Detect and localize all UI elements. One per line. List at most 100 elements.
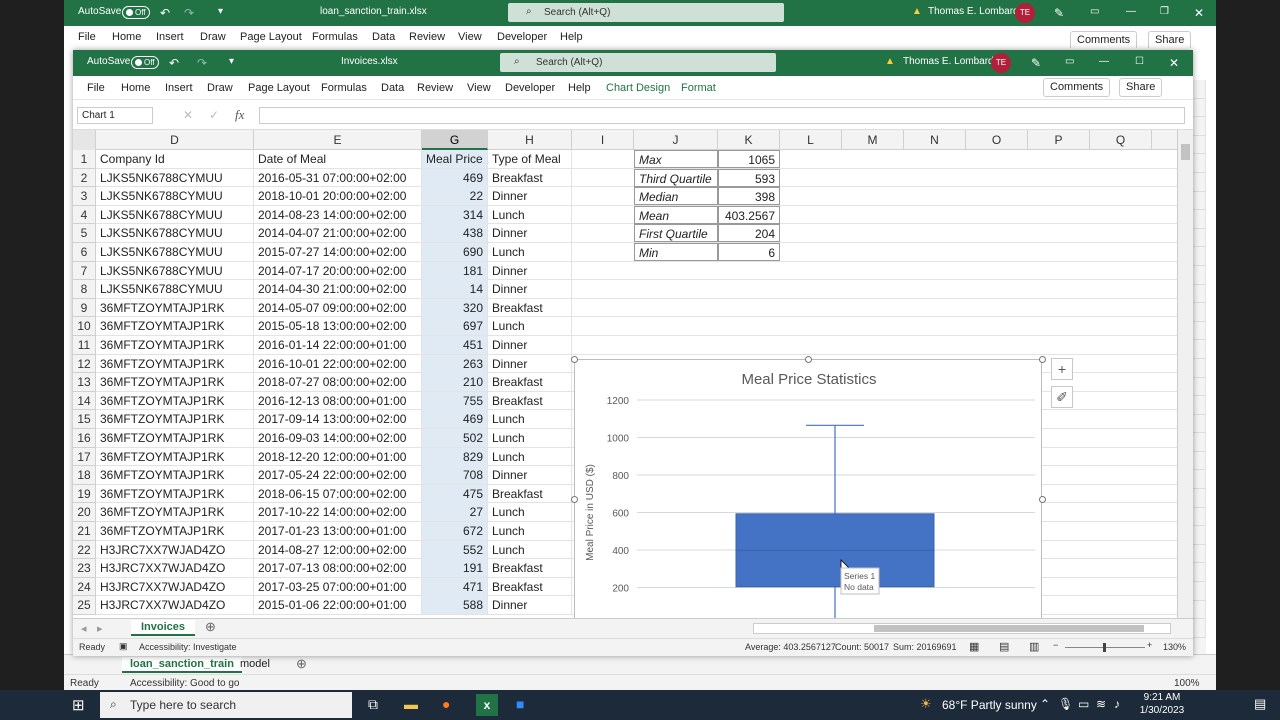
cell-d[interactable]: 36MFTZOYMTAJP1RK	[96, 484, 254, 503]
close-icon[interactable]: ✕	[1194, 6, 1204, 20]
cell-d[interactable]: LJKS5NK6788CYMUU	[96, 243, 254, 261]
cell-h[interactable]: Dinner	[488, 466, 572, 485]
cell-e[interactable]: 2016-10-01 22:00:00+02:00	[254, 354, 422, 373]
row-header[interactable]: 12	[73, 354, 96, 374]
ribbon-display-icon[interactable]: ▭	[1065, 56, 1074, 67]
row-header[interactable]: 16	[73, 429, 96, 448]
menu-home[interactable]: Home	[121, 82, 150, 94]
chart-container[interactable]: Meal Price Statistics0200400600800100012…	[571, 356, 1046, 618]
cell-d[interactable]: LJKS5NK6788CYMUU	[96, 187, 254, 206]
select-all-corner[interactable]	[73, 130, 96, 150]
cell-d[interactable]: H3JRC7XX7WJAD4ZO	[96, 596, 254, 615]
clock-time[interactable]: 9:21 AM	[1134, 692, 1190, 703]
chart-elements-plus-icon[interactable]: +	[1051, 358, 1073, 380]
box-plot-chart[interactable]: Meal Price Statistics0200400600800100012…	[575, 360, 1043, 618]
close-icon[interactable]: ✕	[1169, 56, 1179, 70]
add-sheet-icon[interactable]: ⊕	[205, 619, 216, 635]
back-menu-review[interactable]: Review	[409, 31, 445, 43]
cell-d[interactable]: 36MFTZOYMTAJP1RK	[96, 336, 254, 354]
cell-e[interactable]: 2017-05-24 22:00:00+02:00	[254, 466, 422, 485]
cell-d[interactable]: 36MFTZOYMTAJP1RK	[96, 447, 254, 466]
chart-styles-brush-icon[interactable]: ✐	[1051, 386, 1073, 408]
cell-e[interactable]: 2014-04-30 21:00:00+02:00	[254, 280, 422, 299]
column-header-q[interactable]: Q	[1090, 130, 1152, 150]
back-accessibility-status[interactable]: Accessibility: Good to go	[130, 678, 240, 689]
zoom-in-icon[interactable]: +	[1147, 640, 1152, 650]
menu-formulas[interactable]: Formulas	[321, 82, 367, 94]
cell-d[interactable]: 36MFTZOYMTAJP1RK	[96, 354, 254, 373]
back-file-name[interactable]: loan_sanction_train.xlsx	[320, 6, 427, 17]
menu-data[interactable]: Data	[381, 82, 404, 94]
file-explorer-icon[interactable]: ▬	[404, 696, 418, 712]
back-menu-home[interactable]: Home	[112, 31, 141, 43]
column-header-g[interactable]: G	[422, 130, 488, 150]
stat-value[interactable]: 403.2567	[718, 205, 780, 224]
redo-icon[interactable]: ↷	[197, 56, 207, 70]
cell-e[interactable]: 2017-10-22 14:00:00+02:00	[254, 503, 422, 522]
cell-h[interactable]: Lunch	[488, 503, 572, 522]
ribbon-display-icon[interactable]: ▭	[1090, 6, 1099, 17]
row-header[interactable]: 18	[73, 466, 96, 485]
pen-icon[interactable]: ✎	[1031, 56, 1041, 70]
cell-g[interactable]: 320	[422, 298, 488, 317]
confirm-entry-icon[interactable]: ✓	[209, 108, 219, 122]
cell-d[interactable]: LJKS5NK6788CYMUU	[96, 280, 254, 299]
row-header[interactable]: 20	[73, 503, 96, 522]
battery-icon[interactable]: ▭	[1078, 697, 1089, 711]
menu-review[interactable]: Review	[417, 82, 453, 94]
cell-g[interactable]: 469	[422, 168, 488, 187]
cell-h[interactable]: Dinner	[488, 596, 572, 615]
cell-d[interactable]: LJKS5NK6788CYMUU	[96, 224, 254, 243]
cell-g[interactable]: 14	[422, 280, 488, 299]
autosave-toggle[interactable]: Off	[122, 6, 150, 19]
back-user-name[interactable]: Thomas E. Lombardi	[928, 6, 1021, 17]
sheet-tab-model[interactable]: model	[240, 658, 270, 670]
task-view-icon[interactable]: ⧉	[368, 696, 378, 713]
microphone-icon[interactable]: 🎙	[1058, 697, 1073, 711]
restore-icon[interactable]: ❐	[1160, 6, 1169, 17]
cell-e[interactable]: 2015-05-18 13:00:00+02:00	[254, 317, 422, 336]
menu-draw[interactable]: Draw	[207, 82, 233, 94]
cell-g[interactable]: 471	[422, 577, 488, 596]
row-header[interactable]: 19	[73, 484, 96, 504]
cell-e[interactable]: 2014-08-27 12:00:00+02:00	[254, 540, 422, 559]
back-menu-data[interactable]: Data	[372, 31, 395, 43]
menu-view[interactable]: View	[467, 82, 491, 94]
cell-d[interactable]: LJKS5NK6788CYMUU	[96, 168, 254, 187]
cell-d[interactable]: LJKS5NK6788CYMUU	[96, 261, 254, 280]
cell-d[interactable]: 36MFTZOYMTAJP1RK	[96, 373, 254, 392]
front-avatar[interactable]: TE	[991, 53, 1011, 73]
cell-d[interactable]: H3JRC7XX7WJAD4ZO	[96, 559, 254, 578]
stat-value[interactable]: 204	[718, 224, 780, 243]
back-menu-file[interactable]: File	[78, 31, 96, 43]
undo-icon[interactable]: ↶	[160, 6, 170, 20]
notifications-icon[interactable]: ▤	[1254, 696, 1266, 712]
cell-h[interactable]: Breakfast	[488, 391, 572, 410]
cell-g[interactable]: 469	[422, 410, 488, 429]
cell-g[interactable]: 263	[422, 354, 488, 373]
cell-g[interactable]: 210	[422, 373, 488, 392]
row-header[interactable]: 15	[73, 410, 96, 429]
page-layout-view-icon[interactable]: ▤	[999, 640, 1009, 653]
menu-help[interactable]: Help	[568, 82, 591, 94]
warning-icon[interactable]: ▲	[912, 6, 922, 17]
quick-access-chevron-icon[interactable]: ▾	[229, 56, 234, 67]
row-header[interactable]: 10	[73, 317, 96, 336]
cell-d[interactable]: 36MFTZOYMTAJP1RK	[96, 410, 254, 429]
pen-icon[interactable]: ✎	[1054, 6, 1064, 20]
cell-d[interactable]: 36MFTZOYMTAJP1RK	[96, 298, 254, 317]
cell-e[interactable]: 2017-01-23 13:00:00+01:00	[254, 522, 422, 540]
cell-h[interactable]: Breakfast	[488, 577, 572, 596]
cell-e[interactable]: 2017-07-13 08:00:00+02:00	[254, 559, 422, 578]
column-header-k[interactable]: K	[718, 130, 780, 150]
sheet-tab-loan-sanction-train[interactable]: loan_sanction_train	[122, 657, 242, 673]
wifi-icon[interactable]: ≋	[1096, 697, 1106, 711]
cell-e[interactable]: 2016-09-03 14:00:00+02:00	[254, 429, 422, 447]
cell-h[interactable]: Lunch	[488, 243, 572, 261]
row-header[interactable]: 2	[73, 168, 96, 188]
menu-chart-design[interactable]: Chart Design	[606, 82, 670, 94]
back-menu-view[interactable]: View	[458, 31, 482, 43]
back-search-box[interactable]: ⌕ Search (Alt+Q)	[508, 3, 784, 22]
column-header-l[interactable]: L	[780, 130, 842, 150]
stat-label[interactable]: Median	[634, 187, 718, 206]
